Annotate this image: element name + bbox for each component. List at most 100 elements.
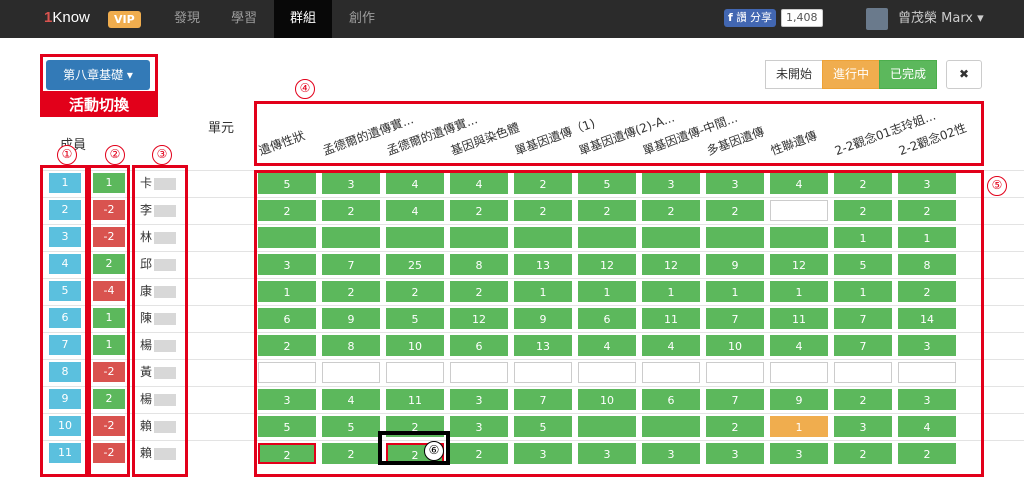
progress-cell[interactable]: 5 [514, 416, 572, 437]
progress-cell[interactable]: 1 [258, 281, 316, 302]
progress-cell[interactable]: 10 [578, 389, 636, 410]
progress-cell[interactable]: 5 [258, 416, 316, 437]
progress-cell[interactable]: 7 [706, 308, 764, 329]
progress-cell[interactable]: 8 [450, 254, 508, 275]
progress-cell[interactable] [642, 362, 700, 383]
progress-cell[interactable] [706, 227, 764, 248]
progress-cell[interactable]: 3 [642, 173, 700, 194]
progress-cell[interactable]: 4 [450, 173, 508, 194]
progress-cell[interactable]: 9 [514, 308, 572, 329]
progress-cell[interactable]: 2 [834, 200, 892, 221]
progress-cell[interactable]: 3 [898, 389, 956, 410]
progress-cell[interactable]: 4 [770, 173, 828, 194]
progress-cell[interactable]: 2 [322, 281, 380, 302]
member-name[interactable]: 李 [140, 200, 186, 220]
progress-cell[interactable]: 2 [898, 200, 956, 221]
progress-cell[interactable] [578, 362, 636, 383]
progress-cell[interactable]: 12 [578, 254, 636, 275]
progress-cell[interactable]: 3 [706, 173, 764, 194]
progress-cell[interactable]: 1 [706, 281, 764, 302]
member-number[interactable]: 4 [49, 254, 81, 274]
progress-cell[interactable]: 12 [642, 254, 700, 275]
user-menu[interactable]: 曾茂榮 Marx ▾ [898, 0, 984, 38]
progress-cell[interactable] [770, 362, 828, 383]
progress-cell[interactable] [322, 362, 380, 383]
member-name[interactable]: 邱 [140, 254, 186, 274]
progress-cell[interactable]: 6 [642, 389, 700, 410]
progress-cell[interactable]: 2 [834, 443, 892, 464]
progress-cell[interactable] [450, 362, 508, 383]
progress-cell[interactable]: 2 [322, 443, 380, 464]
progress-cell[interactable]: 3 [578, 443, 636, 464]
member-number[interactable]: 9 [49, 389, 81, 409]
member-name[interactable]: 林 [140, 227, 186, 247]
progress-cell[interactable]: 1 [642, 281, 700, 302]
progress-cell[interactable]: 2 [834, 173, 892, 194]
status-in-progress[interactable]: 進行中 [822, 60, 880, 89]
progress-cell[interactable]: 7 [834, 308, 892, 329]
member-name[interactable]: 楊 [140, 335, 186, 355]
member-name[interactable]: 康 [140, 281, 186, 301]
nav-discover[interactable]: 發現 [160, 0, 214, 38]
progress-cell[interactable]: 4 [386, 200, 444, 221]
progress-cell[interactable]: 3 [706, 443, 764, 464]
progress-cell[interactable]: 4 [898, 416, 956, 437]
progress-cell[interactable]: 3 [642, 443, 700, 464]
progress-cell[interactable]: 2 [706, 200, 764, 221]
progress-cell[interactable]: 2 [898, 281, 956, 302]
progress-cell[interactable]: 14 [898, 308, 956, 329]
progress-cell[interactable] [642, 416, 700, 437]
progress-cell[interactable]: 1 [834, 281, 892, 302]
member-number[interactable]: 5 [49, 281, 81, 301]
progress-cell[interactable]: 9 [706, 254, 764, 275]
progress-cell[interactable]: 2 [258, 200, 316, 221]
progress-cell[interactable]: 2 [386, 281, 444, 302]
progress-cell[interactable]: 2 [514, 173, 572, 194]
progress-cell[interactable]: 2 [258, 335, 316, 356]
progress-cell[interactable]: 3 [898, 335, 956, 356]
member-name[interactable]: 卡 [140, 173, 186, 193]
progress-cell[interactable]: 1 [770, 281, 828, 302]
progress-cell[interactable]: 25 [386, 254, 444, 275]
progress-cell[interactable]: 1 [770, 416, 828, 437]
progress-cell[interactable]: 3 [450, 416, 508, 437]
unit-label[interactable]: 遺傳性狀 [256, 127, 307, 159]
progress-cell[interactable]: 2 [834, 389, 892, 410]
progress-cell[interactable]: 3 [258, 254, 316, 275]
progress-cell[interactable]: 2 [450, 443, 508, 464]
status-done[interactable]: 已完成 [879, 60, 937, 89]
progress-cell[interactable]: 4 [386, 173, 444, 194]
progress-cell[interactable]: 2 [706, 416, 764, 437]
progress-cell[interactable]: 6 [450, 335, 508, 356]
progress-cell[interactable] [322, 227, 380, 248]
progress-cell[interactable]: 13 [514, 335, 572, 356]
progress-cell[interactable]: 2 [450, 200, 508, 221]
progress-cell[interactable]: 7 [834, 335, 892, 356]
progress-cell[interactable]: 2 [578, 200, 636, 221]
progress-cell[interactable]: 7 [322, 254, 380, 275]
progress-cell[interactable]: 8 [898, 254, 956, 275]
progress-cell[interactable]: 3 [898, 173, 956, 194]
progress-cell[interactable]: 3 [322, 173, 380, 194]
progress-cell[interactable]: 5 [322, 416, 380, 437]
progress-cell[interactable]: 2 [898, 443, 956, 464]
progress-cell[interactable]: 1 [898, 227, 956, 248]
progress-cell[interactable] [898, 362, 956, 383]
member-name[interactable]: 楊 [140, 389, 186, 409]
progress-cell[interactable]: 3 [450, 389, 508, 410]
progress-cell[interactable]: 10 [706, 335, 764, 356]
progress-cell[interactable] [770, 227, 828, 248]
progress-cell[interactable]: 6 [258, 308, 316, 329]
progress-cell[interactable]: 13 [514, 254, 572, 275]
progress-cell[interactable]: 7 [514, 389, 572, 410]
member-number[interactable]: 1 [49, 173, 81, 193]
avatar[interactable] [866, 8, 888, 30]
progress-cell[interactable]: 11 [770, 308, 828, 329]
progress-cell[interactable] [258, 362, 316, 383]
progress-cell[interactable]: 2 [514, 200, 572, 221]
progress-cell[interactable]: 2 [450, 281, 508, 302]
progress-cell[interactable]: 5 [578, 173, 636, 194]
progress-cell[interactable]: 2 [642, 200, 700, 221]
progress-cell[interactable]: 5 [386, 308, 444, 329]
member-number[interactable]: 11 [49, 443, 81, 463]
